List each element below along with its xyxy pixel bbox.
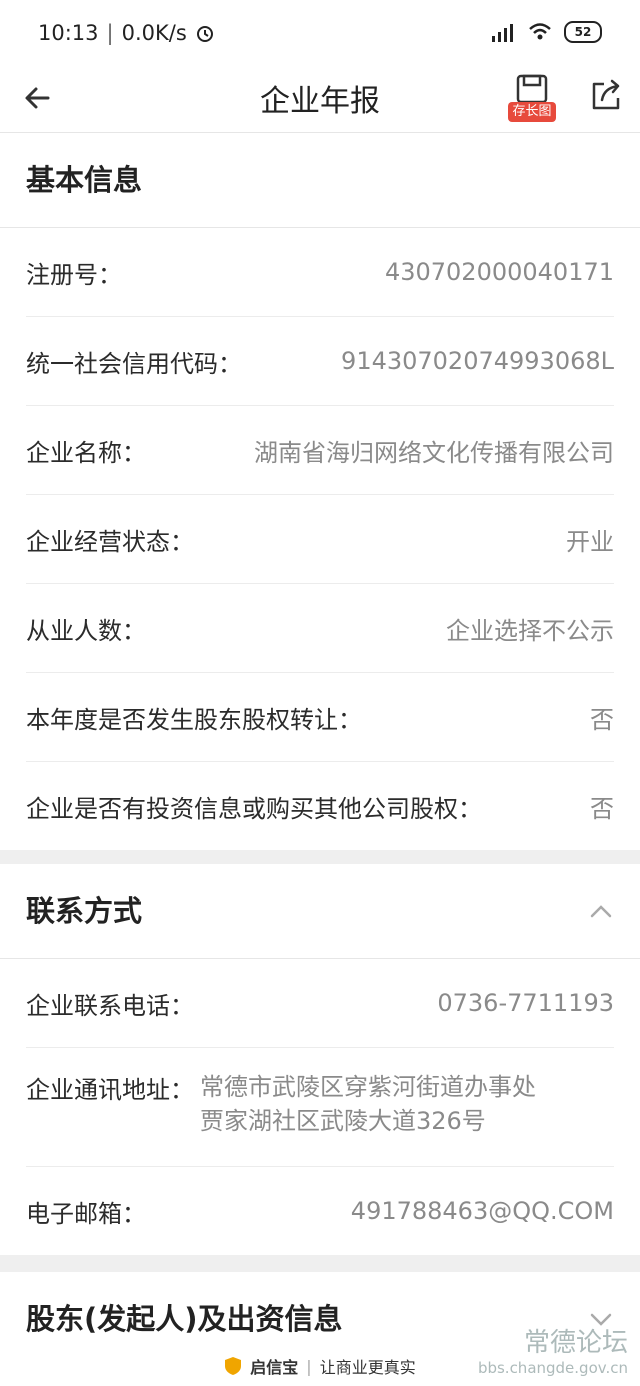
value-business-status: 开业 [566, 527, 614, 556]
share-icon [592, 79, 620, 110]
chevron-up-icon[interactable] [588, 898, 614, 924]
watermark-title: 常德论坛 [523, 1328, 628, 1358]
row-email: 电子邮箱： 491788463@QQ.COM [26, 1167, 614, 1255]
contact-section: 联系方式 企业联系电话： 0736-7711193 企业通讯地址： 常德市武陵区… [0, 864, 640, 1255]
row-company-name: 企业名称： 湖南省海归网络文化传播有限公司 [26, 406, 614, 495]
row-registration-number: 注册号： 430702000040171 [26, 228, 614, 317]
status-left: 10:13 | 0.0K/s [38, 21, 215, 45]
footer-slogan: 让商业更真实 [319, 1358, 416, 1377]
app-header: 企业年报 存长图 [0, 66, 640, 133]
value-employee-count: 企业选择不公示 [446, 616, 614, 645]
value-phone[interactable]: 0736-7711193 [437, 989, 614, 1017]
row-employee-count: 从业人数： 企业选择不公示 [26, 584, 614, 673]
label-phone: 企业联系电话： [26, 991, 194, 1020]
status-time: 10:13 [38, 21, 99, 45]
value-investment-info: 否 [590, 794, 614, 823]
status-right: 52 [490, 21, 602, 43]
signal-icon [492, 24, 513, 42]
footer-divider: | [306, 1356, 312, 1376]
shareholders-title-text: 股东(发起人)及出资信息 [26, 1302, 343, 1336]
share-button[interactable] [588, 78, 624, 114]
basic-info-section: 基本信息 注册号： 430702000040171 统一社会信用代码： 9143… [0, 133, 640, 850]
value-credit-code: 91430702074993068L [341, 347, 614, 375]
watermark-text: bbs.changde.gov.cn [477, 1359, 628, 1377]
label-company-name: 企业名称： [26, 438, 146, 467]
floppy-disk-icon [516, 74, 548, 104]
status-divider: | [106, 21, 114, 45]
address-line-1: 常德市武陵区穿紫河街道办事处 [200, 1073, 536, 1101]
value-equity-transfer: 否 [590, 705, 614, 734]
battery-indicator: 52 [564, 21, 602, 43]
watermark: 常德论坛 bbs.changde.gov.cn [478, 1322, 628, 1377]
label-investment-info: 企业是否有投资信息或购买其他公司股权： [26, 794, 482, 823]
address-line-2: 贾家湖社区武陵大道326号 [200, 1107, 486, 1135]
wifi-icon [529, 23, 551, 40]
save-badge: 存长图 [508, 102, 556, 122]
value-email[interactable]: 491788463@QQ.COM [351, 1197, 614, 1225]
label-registration-number: 注册号： [26, 260, 122, 289]
label-credit-code: 统一社会信用代码： [26, 349, 242, 378]
label-employee-count: 从业人数： [26, 616, 146, 645]
row-phone: 企业联系电话： 0736-7711193 [26, 959, 614, 1048]
label-business-status: 企业经营状态： [26, 527, 194, 556]
status-bar: 10:13 | 0.0K/s 52 [0, 0, 640, 66]
status-speed: 0.0K/s [121, 21, 187, 45]
row-investment-info: 企业是否有投资信息或购买其他公司股权： 否 [26, 762, 614, 850]
row-business-status: 企业经营状态： 开业 [26, 495, 614, 584]
value-registration-number: 430702000040171 [384, 258, 614, 286]
arrow-left-icon [25, 87, 50, 109]
label-equity-transfer: 本年度是否发生股东股权转让： [26, 705, 362, 734]
label-address: 企业通讯地址： [26, 1076, 194, 1104]
value-company-name: 湖南省海归网络文化传播有限公司 [254, 438, 614, 467]
contact-title-text: 联系方式 [26, 894, 143, 928]
section-title-basic: 基本信息 [0, 133, 640, 228]
alarm-icon [196, 26, 213, 42]
section-title-contact[interactable]: 联系方式 [0, 864, 640, 959]
value-address: 常德市武陵区穿紫河街道办事处 贾家湖社区武陵大道326号 [194, 1048, 614, 1138]
label-email: 电子邮箱： [26, 1199, 146, 1228]
footer-brand: 启信宝 [250, 1358, 299, 1377]
row-address: 企业通讯地址： 常德市武陵区穿紫河街道办事处 贾家湖社区武陵大道326号 [26, 1048, 614, 1167]
save-long-image-button[interactable]: 存长图 [508, 74, 556, 126]
back-button[interactable] [18, 78, 58, 118]
row-equity-transfer: 本年度是否发生股东股权转让： 否 [26, 673, 614, 762]
row-credit-code: 统一社会信用代码： 91430702074993068L [26, 317, 614, 406]
qixinbao-logo-icon [225, 1357, 242, 1375]
